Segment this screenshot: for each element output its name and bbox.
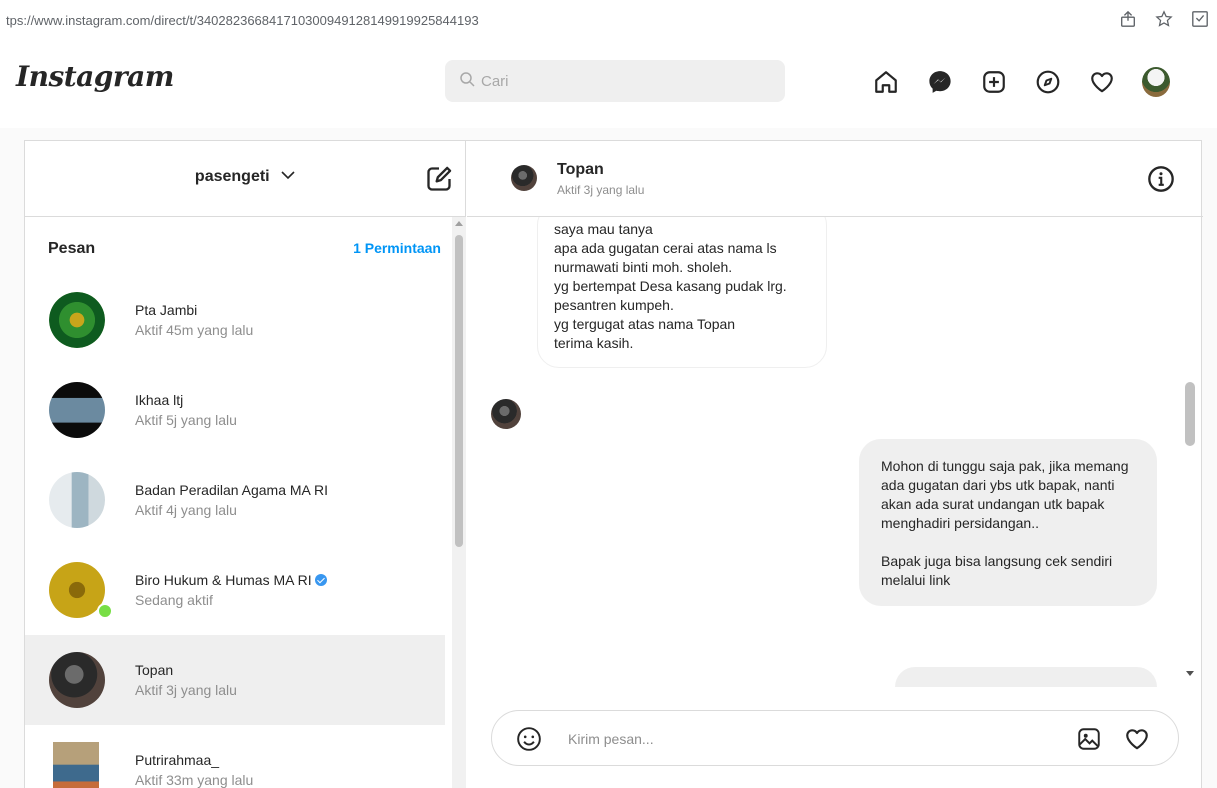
extension-icon[interactable] bbox=[1191, 10, 1209, 33]
messages-title: Pesan bbox=[48, 240, 96, 257]
list-header: Pesan 1 Permintaan bbox=[25, 217, 465, 275]
contact-avatar[interactable] bbox=[511, 165, 537, 191]
account-name: pasengeti bbox=[194, 168, 270, 185]
thread-avatar[interactable] bbox=[49, 292, 105, 348]
thread-name: Pta Jambi bbox=[135, 302, 198, 318]
profile-avatar[interactable] bbox=[1142, 67, 1170, 97]
share-icon[interactable] bbox=[1119, 10, 1137, 33]
new-post-icon[interactable] bbox=[980, 68, 1008, 96]
contact-status: Aktif 3j yang lalu bbox=[557, 183, 645, 197]
search-bar[interactable] bbox=[445, 60, 785, 102]
thread-item[interactable]: Badan Peradilan Agama MA RI Aktif 4j yang… bbox=[25, 455, 445, 545]
image-upload-icon[interactable] bbox=[1076, 726, 1102, 752]
outgoing-message-bubble-partial[interactable] bbox=[895, 667, 1157, 687]
online-status-dot bbox=[97, 603, 113, 619]
message-thread: saya mau tanya apa ada gugatan cerai ata… bbox=[467, 217, 1203, 687]
emoji-icon[interactable] bbox=[516, 726, 542, 752]
thread-status: Aktif 4j yang lalu bbox=[135, 502, 237, 518]
url-text[interactable]: tps://www.instagram.com/direct/t/3402823… bbox=[6, 13, 479, 28]
compose-message-icon[interactable] bbox=[425, 165, 453, 193]
thread-list-scrollbar[interactable] bbox=[452, 217, 466, 788]
thread-avatar[interactable] bbox=[49, 472, 105, 528]
contact-name[interactable]: Topan bbox=[557, 161, 604, 179]
search-input[interactable] bbox=[481, 72, 771, 90]
thread-status: Aktif 45m yang lalu bbox=[135, 322, 254, 338]
browser-address-bar[interactable]: tps://www.instagram.com/direct/t/3402823… bbox=[0, 0, 1217, 40]
thread-avatar[interactable] bbox=[49, 382, 105, 438]
sender-avatar[interactable] bbox=[491, 399, 521, 429]
thread-list-panel: pasengeti Pesan 1 Permintaan Pta Jambi Ak… bbox=[25, 141, 466, 788]
instagram-logo[interactable]: Instagram bbox=[16, 60, 174, 93]
thread-avatar[interactable] bbox=[49, 652, 105, 708]
thread-status: Aktif 3j yang lalu bbox=[135, 682, 237, 698]
activity-heart-icon[interactable] bbox=[1088, 68, 1116, 96]
like-heart-icon[interactable] bbox=[1124, 726, 1150, 752]
messenger-icon[interactable] bbox=[926, 68, 954, 96]
thread-name: Biro Hukum & Humas MA RI bbox=[135, 572, 327, 588]
message-input[interactable] bbox=[568, 727, 1048, 751]
instagram-header: Instagram bbox=[0, 40, 1217, 128]
thread-list: Pta Jambi Aktif 45m yang lalu Ikhaa ltj Akt… bbox=[25, 275, 465, 788]
verified-badge-icon bbox=[314, 574, 327, 586]
incoming-message-bubble[interactable]: saya mau tanya apa ada gugatan cerai ata… bbox=[537, 217, 827, 368]
bookmark-star-icon[interactable] bbox=[1155, 10, 1173, 33]
thread-status: Aktif 33m yang lalu bbox=[135, 772, 254, 788]
home-icon[interactable] bbox=[872, 68, 900, 96]
thread-list-header: pasengeti bbox=[25, 141, 465, 217]
thread-item[interactable]: Biro Hukum & Humas MA RI Sedang aktif bbox=[25, 545, 445, 635]
message-scrollbar[interactable] bbox=[1182, 217, 1196, 687]
thread-name: Topan bbox=[135, 662, 174, 678]
thread-avatar[interactable] bbox=[53, 742, 99, 788]
thread-status: Sedang aktif bbox=[135, 592, 213, 608]
requests-link[interactable]: 1 Permintaan bbox=[353, 240, 441, 256]
direct-inbox: pasengeti Pesan 1 Permintaan Pta Jambi Ak… bbox=[24, 140, 1203, 788]
search-icon bbox=[459, 71, 475, 92]
chevron-down-icon bbox=[280, 167, 296, 183]
thread-status: Aktif 5j yang lalu bbox=[135, 412, 237, 428]
explore-icon[interactable] bbox=[1034, 68, 1062, 96]
message-composer bbox=[491, 710, 1179, 766]
conversation-header: Topan Aktif 3j yang lalu bbox=[467, 141, 1203, 217]
thread-item[interactable]: Topan Aktif 3j yang lalu bbox=[25, 635, 445, 725]
thread-name: Putrirahmaa_ bbox=[135, 752, 220, 768]
account-switcher[interactable]: pasengeti bbox=[25, 167, 466, 186]
outgoing-message-bubble[interactable]: Mohon di tunggu saja pak, jika memang ad… bbox=[859, 439, 1157, 606]
thread-item[interactable]: Putrirahmaa_ Aktif 33m yang lalu bbox=[25, 725, 445, 788]
thread-item[interactable]: Pta Jambi Aktif 45m yang lalu bbox=[25, 275, 445, 365]
info-icon[interactable] bbox=[1147, 165, 1175, 193]
thread-name: Badan Peradilan Agama MA RI bbox=[135, 482, 329, 498]
thread-item[interactable]: Ikhaa ltj Aktif 5j yang lalu bbox=[25, 365, 445, 455]
thread-name: Ikhaa ltj bbox=[135, 392, 184, 408]
conversation-panel: Topan Aktif 3j yang lalu saya mau tanya … bbox=[467, 141, 1203, 788]
